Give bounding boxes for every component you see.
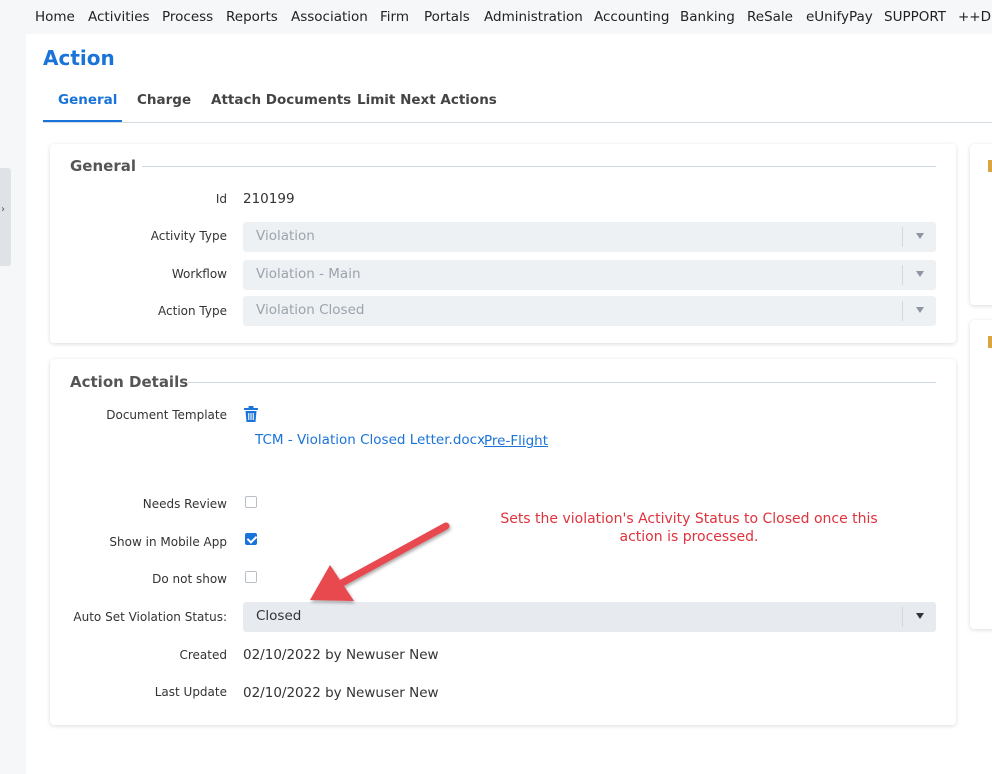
tab-limit-next-actions[interactable]: Limit Next Actions — [357, 92, 497, 108]
nav-association[interactable]: Association — [291, 9, 368, 25]
preflight-link[interactable]: Pre-Flight — [484, 433, 548, 449]
page-title: Action — [43, 46, 115, 70]
side-card-top-marker — [988, 160, 992, 172]
annotation-callout: Sets the violation's Activity Status to … — [500, 511, 878, 545]
needs-review-label: Needs Review — [142, 497, 227, 511]
workflow-label: Workflow — [171, 267, 227, 281]
id-value: 210199 — [243, 191, 295, 207]
last-update-value: 02/10/2022 by Newuser New — [243, 685, 439, 701]
document-template-label: Document Template — [106, 408, 227, 422]
workflow-select[interactable]: Violation - Main — [243, 260, 936, 290]
needs-review-checkbox[interactable] — [245, 496, 257, 508]
nav-eunifypay[interactable]: eUnifyPay — [806, 9, 873, 25]
nav-accounting[interactable]: Accounting — [594, 9, 669, 25]
caret-down-icon — [916, 271, 924, 277]
created-value: 02/10/2022 by Newuser New — [243, 647, 439, 663]
nav-process[interactable]: Process — [162, 9, 213, 25]
caret-down-icon — [916, 613, 924, 619]
nav-portals[interactable]: Portals — [424, 9, 470, 25]
do-not-show-label: Do not show — [152, 572, 227, 586]
sidebar-toggle-handle[interactable]: › — [0, 168, 11, 266]
show-mobile-checkbox[interactable] — [245, 533, 257, 545]
do-not-show-checkbox[interactable] — [245, 571, 257, 583]
nav-support[interactable]: SUPPORT — [884, 9, 946, 25]
nav-firm[interactable]: Firm — [380, 9, 409, 25]
auto-status-value: Closed — [256, 608, 302, 624]
last-update-label: Last Update — [154, 685, 227, 699]
caret-down-icon — [916, 307, 924, 313]
action-type-select[interactable]: Violation Closed — [243, 296, 936, 326]
show-mobile-label: Show in Mobile App — [109, 535, 227, 549]
nav-resale[interactable]: ReSale — [747, 9, 793, 25]
nav-reports[interactable]: Reports — [226, 9, 278, 25]
auto-status-label: Auto Set Violation Status: — [73, 610, 227, 624]
activity-type-value: Violation — [256, 228, 315, 244]
nav-administration[interactable]: Administration — [484, 9, 583, 25]
side-card-bottom-marker — [988, 336, 992, 348]
active-tab-indicator — [43, 120, 122, 122]
tab-attach-documents[interactable]: Attach Documents — [211, 92, 351, 108]
general-section-title: General — [70, 157, 136, 175]
side-card-bottom — [970, 320, 992, 629]
workflow-value: Violation - Main — [256, 266, 361, 282]
left-strip: › — [0, 34, 26, 774]
tab-charge[interactable]: Charge — [137, 92, 191, 108]
nav-banking[interactable]: Banking — [680, 9, 735, 25]
top-nav: Home Activities Process Reports Associat… — [0, 0, 992, 34]
nav-activities[interactable]: Activities — [88, 9, 150, 25]
nav-dev[interactable]: ++DEV — [958, 9, 992, 25]
tab-general[interactable]: General — [58, 92, 117, 108]
activity-type-select[interactable]: Violation — [243, 222, 936, 252]
document-template-link[interactable]: TCM - Violation Closed Letter.docx — [255, 432, 485, 448]
id-label: Id — [215, 192, 227, 206]
activity-type-label: Activity Type — [150, 229, 227, 243]
caret-down-icon — [916, 233, 924, 239]
created-label: Created — [179, 648, 228, 662]
action-details-section-title: Action Details — [70, 373, 189, 391]
action-type-label: Action Type — [158, 304, 227, 318]
chevron-right-icon: › — [1, 204, 5, 215]
general-section-rule — [142, 166, 936, 167]
tab-bar: General Charge Attach Documents Limit Ne… — [43, 82, 992, 123]
action-details-section-rule — [188, 382, 936, 383]
annotation-arrow-icon — [310, 522, 450, 601]
nav-home[interactable]: Home — [35, 9, 75, 25]
action-type-value: Violation Closed — [256, 302, 365, 318]
trash-icon[interactable] — [244, 406, 258, 422]
